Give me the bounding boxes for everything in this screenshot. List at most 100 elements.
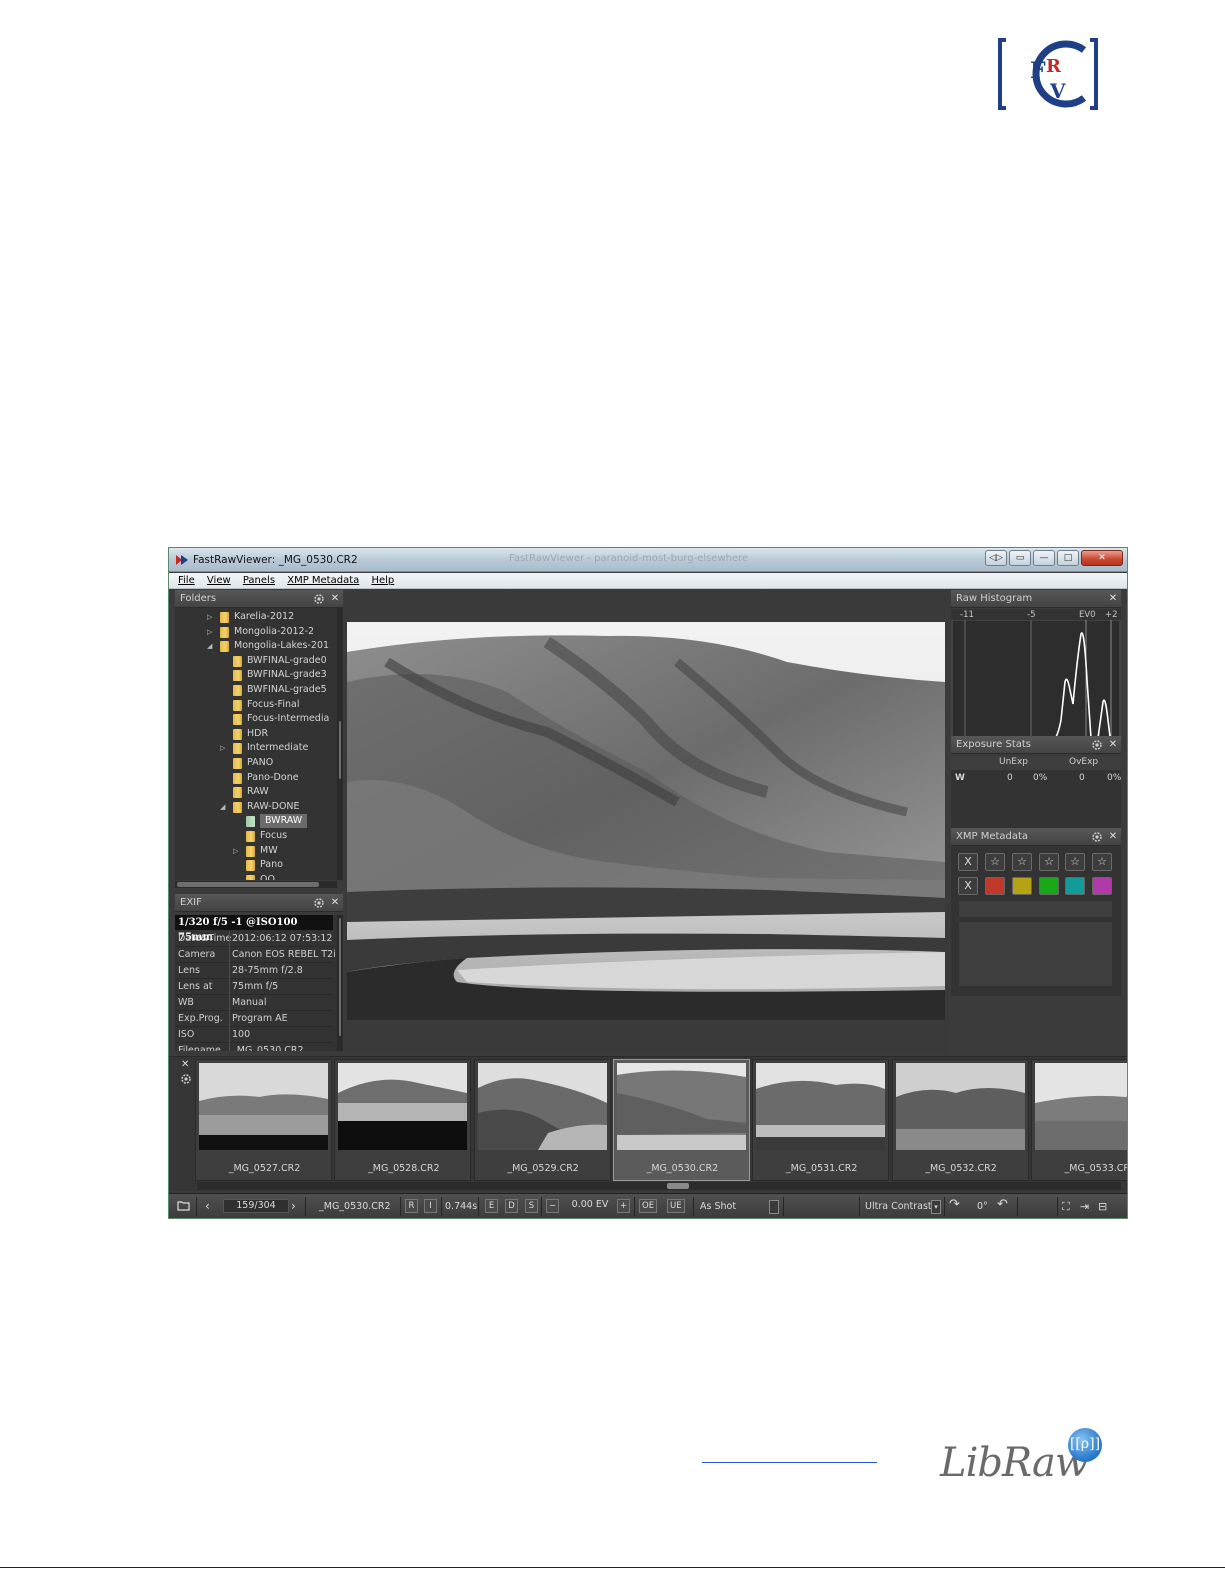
d-button[interactable]: D <box>505 1199 518 1213</box>
image-counter[interactable]: 159/304 <box>223 1199 289 1213</box>
filmstrip-controls: ✕ <box>175 1059 195 1189</box>
folder-tree-item[interactable]: Pano-Done <box>175 771 335 786</box>
gear-icon[interactable] <box>1091 739 1103 751</box>
fit-icon[interactable]: ⇥ <box>1080 1199 1089 1214</box>
raw-button[interactable]: R <box>405 1199 418 1213</box>
e-button[interactable]: E <box>485 1199 498 1213</box>
star-icon[interactable]: ☆ <box>1039 853 1059 871</box>
reject-color-button[interactable]: X <box>958 877 978 895</box>
rotate-right-icon[interactable]: ↷ <box>949 1197 960 1212</box>
folder-tree-item[interactable]: RAW <box>175 785 335 800</box>
xmp-title-field[interactable] <box>959 901 1112 917</box>
ovexp-count: 0 <box>1079 773 1085 783</box>
close-icon[interactable]: ✕ <box>1107 590 1119 608</box>
info-button[interactable]: I <box>424 1199 437 1213</box>
folder-tree-item[interactable]: HDR <box>175 727 335 742</box>
collapse-arrow-icon[interactable]: ◢ <box>220 800 228 814</box>
folder-tree-item[interactable]: BWFINAL-grade3 <box>175 668 335 683</box>
folder-tree-item[interactable]: ▷ Karelia-2012 <box>175 610 335 625</box>
folder-icon <box>233 699 242 711</box>
exif-scrollbar[interactable] <box>337 915 343 1051</box>
close-icon[interactable]: ✕ <box>1107 828 1119 846</box>
gear-icon[interactable] <box>313 593 325 605</box>
color-label-button[interactable] <box>1038 877 1059 895</box>
menu-panels[interactable]: Panels <box>243 573 275 588</box>
s-button[interactable]: S <box>525 1199 538 1213</box>
filmstrip-thumbnail[interactable]: _MG_0530.CR2 <box>612 1059 750 1181</box>
color-label-button[interactable] <box>1011 877 1032 895</box>
gear-icon[interactable] <box>1091 831 1103 843</box>
color-label-button[interactable] <box>1092 877 1113 895</box>
folder-tree-item[interactable]: Focus-Final <box>175 698 335 713</box>
ev-minus-button[interactable]: − <box>546 1199 560 1213</box>
unexp-count: 0 <box>1007 773 1013 783</box>
chevron-down-icon[interactable]: ▾ <box>931 1200 941 1214</box>
folder-tree-item[interactable]: ▷ MW <box>175 844 335 859</box>
image-viewer[interactable] <box>345 590 949 1053</box>
exposure-value[interactable]: 0.00 EV <box>563 1199 617 1213</box>
gear-icon[interactable] <box>180 1073 192 1085</box>
menu-xmp-metadata[interactable]: XMP Metadata <box>287 573 359 588</box>
folder-tree-item[interactable]: ▷ Intermediate <box>175 741 335 756</box>
next-icon[interactable]: › <box>291 1199 296 1214</box>
xmp-description-field[interactable] <box>959 922 1112 986</box>
wb-dropdown-icon[interactable] <box>769 1200 779 1214</box>
menu-help[interactable]: Help <box>371 573 394 588</box>
color-label-button[interactable] <box>1065 877 1086 895</box>
footer-link[interactable] <box>702 1450 877 1464</box>
expand-arrow-icon[interactable]: ▷ <box>207 625 215 639</box>
folder-tree-item[interactable]: BWFINAL-grade5 <box>175 683 335 698</box>
folder-tree-item[interactable]: OO <box>175 873 335 880</box>
expand-arrow-icon[interactable]: ▷ <box>233 844 241 858</box>
expand-arrow-icon[interactable]: ▷ <box>220 741 228 755</box>
star-icon[interactable]: ☆ <box>1012 853 1032 871</box>
maximize-button[interactable]: □ <box>1057 550 1079 566</box>
fullscreen-icon[interactable]: ⛶ <box>1062 1199 1070 1214</box>
folder-scrollbar[interactable] <box>337 608 343 880</box>
folder-hscrollbar[interactable] <box>175 881 337 888</box>
reject-rating-button[interactable]: X <box>958 853 978 871</box>
filmstrip-scrollbar[interactable] <box>197 1182 1121 1190</box>
filmstrip-thumbnail[interactable]: _MG_0531.CR2 <box>752 1059 890 1181</box>
layout-icon[interactable]: ▭ <box>1009 550 1031 566</box>
ev-plus-button[interactable]: + <box>617 1199 631 1213</box>
star-icon[interactable]: ☆ <box>1092 853 1112 871</box>
folder-tree-item[interactable]: Pano <box>175 858 335 873</box>
menu-file[interactable]: File <box>178 573 195 588</box>
folder-tree-item[interactable]: Focus-Intermedia <box>175 712 335 727</box>
compare-icon[interactable]: ◁▷ <box>985 550 1007 566</box>
underexposure-button[interactable]: UE <box>667 1199 685 1213</box>
white-balance-select[interactable]: As Shot <box>700 1199 736 1214</box>
gear-icon[interactable] <box>313 897 325 909</box>
folder-tree-item[interactable]: Focus <box>175 829 335 844</box>
collapse-arrow-icon[interactable]: ◢ <box>207 639 215 653</box>
filmstrip-thumbnail[interactable]: _MG_0527.CR2 <box>195 1059 332 1181</box>
folder-tree-item[interactable]: BWFINAL-grade0 <box>175 654 335 669</box>
prev-icon[interactable]: ‹ <box>205 1199 210 1214</box>
close-button[interactable]: ✕ <box>1081 550 1123 566</box>
overexposure-button[interactable]: OE <box>639 1199 658 1213</box>
close-icon[interactable]: ✕ <box>329 894 341 912</box>
folder-tree-item[interactable]: ▷ Mongolia-2012-2 <box>175 625 335 640</box>
folder-tree-item[interactable]: ◢ Mongolia-Lakes-201 <box>175 639 335 654</box>
filmstrip-thumbnail[interactable]: _MG_0529.CR2 <box>473 1059 611 1181</box>
close-icon[interactable]: ✕ <box>1107 736 1119 754</box>
close-icon[interactable]: ✕ <box>329 590 341 608</box>
folder-tree-item[interactable]: BWRAW <box>175 814 335 829</box>
folder-tree-item[interactable]: ◢ RAW-DONE <box>175 800 335 815</box>
menu-view[interactable]: View <box>207 573 231 588</box>
star-icon[interactable]: ☆ <box>1065 853 1085 871</box>
color-label-button[interactable] <box>985 877 1005 895</box>
star-icon[interactable]: ☆ <box>985 853 1005 871</box>
folder-tree-item[interactable]: PANO <box>175 756 335 771</box>
filmstrip-thumbnail[interactable]: _MG_0533.CR2 <box>1030 1059 1127 1181</box>
filmstrip-thumbnail[interactable]: _MG_0532.CR2 <box>891 1059 1029 1181</box>
minimize-button[interactable]: — <box>1033 550 1055 566</box>
contrast-profile-select[interactable]: Ultra Contrast <box>865 1199 932 1214</box>
panel-toggle-icon[interactable]: ⊟ <box>1098 1199 1107 1214</box>
folder-open-icon[interactable] <box>177 1200 191 1212</box>
filmstrip-thumbnail[interactable]: _MG_0528.CR2 <box>334 1059 472 1181</box>
rotate-left-icon[interactable]: ↶ <box>997 1197 1008 1212</box>
close-icon[interactable]: ✕ <box>181 1059 189 1070</box>
expand-arrow-icon[interactable]: ▷ <box>207 610 215 624</box>
